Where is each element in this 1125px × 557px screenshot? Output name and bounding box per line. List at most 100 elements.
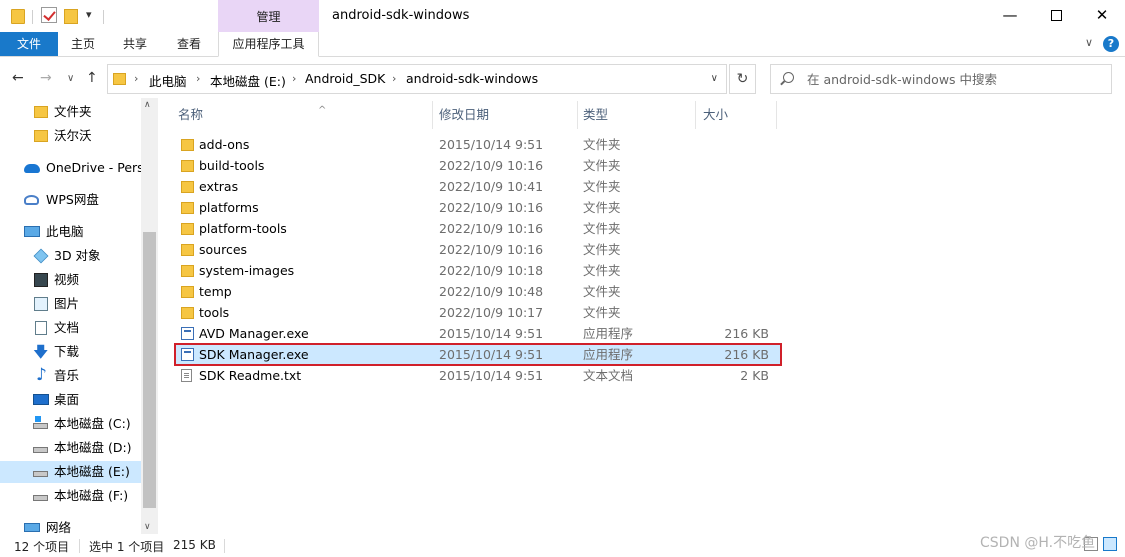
file-type: 文件夹 — [583, 242, 621, 257]
help-icon[interactable]: ? — [1103, 36, 1119, 52]
sidebar-item-videos[interactable]: 视频 — [0, 269, 141, 291]
scrollbar-thumb[interactable] — [143, 232, 156, 508]
maximize-button[interactable] — [1033, 0, 1079, 32]
sidebar-item-3d-objects[interactable]: 3D 对象 — [0, 245, 141, 267]
folder-icon — [181, 265, 194, 277]
sidebar-item-downloads[interactable]: 下载 — [0, 341, 141, 363]
properties-check-icon[interactable] — [41, 7, 57, 23]
file-type: 文件夹 — [583, 305, 621, 320]
tab-home[interactable]: 主页 — [60, 32, 106, 56]
file-date: 2022/10/9 10:16 — [439, 200, 544, 215]
file-type: 文本文档 — [583, 368, 634, 383]
sidebar-item-network[interactable]: 网络 — [0, 517, 141, 534]
file-row[interactable]: platform-tools 2022/10/9 10:16 文件夹 — [175, 218, 781, 239]
file-date: 2022/10/9 10:16 — [439, 158, 544, 173]
back-arrow-icon[interactable]: ← — [12, 70, 24, 86]
breadcrumb-chevron-icon[interactable]: › — [292, 72, 296, 85]
onedrive-icon — [24, 164, 40, 173]
address-history-chevron-icon[interactable]: ∨ — [711, 73, 718, 84]
customize-quick-access-dropdown[interactable]: ▾ — [86, 8, 92, 21]
forward-arrow-icon[interactable]: → — [40, 70, 52, 86]
tab-view[interactable]: 查看 — [164, 32, 214, 56]
file-size: 216 KB — [724, 326, 769, 341]
breadcrumb-android-sdk[interactable]: Android_SDK — [305, 71, 385, 86]
refresh-button[interactable]: ↻ — [729, 64, 756, 94]
sidebar-item-music[interactable]: 音乐 — [0, 365, 141, 387]
file-date: 2015/10/14 9:51 — [439, 137, 544, 152]
expand-ribbon-icon[interactable]: ∨ — [1085, 36, 1093, 49]
sidebar-item-onedrive[interactable]: OneDrive - Perso — [0, 157, 141, 179]
file-name: add-ons — [199, 137, 250, 152]
breadcrumb-this-pc[interactable]: 此电脑 — [149, 71, 187, 90]
status-selection-size: 215 KB — [173, 538, 216, 552]
watermark-text: CSDN @H.不吃鱼 — [980, 535, 1096, 551]
column-divider[interactable] — [776, 101, 777, 129]
recent-locations-chevron-icon[interactable]: ∨ — [67, 73, 74, 84]
file-row[interactable]: AVD Manager.exe 2015/10/14 9:51 应用程序 216… — [175, 323, 781, 344]
file-type: 应用程序 — [583, 326, 634, 341]
scroll-up-icon[interactable]: ∧ — [144, 100, 151, 110]
sidebar-item-label: 视频 — [54, 272, 80, 287]
large-icons-view-icon[interactable] — [1103, 537, 1117, 551]
column-header-size[interactable]: 大小 — [703, 98, 775, 131]
breadcrumb-chevron-icon[interactable]: › — [134, 72, 138, 85]
file-row[interactable]: platforms 2022/10/9 10:16 文件夹 — [175, 197, 781, 218]
sidebar-item-label: 文件夹 — [54, 104, 92, 119]
sidebar-item-volvo[interactable]: 沃尔沃 — [0, 125, 141, 147]
scroll-down-icon[interactable]: ∨ — [144, 522, 151, 532]
file-list: ^ 名称 修改日期 类型 大小 add-ons 2015/10/14 9:51 … — [158, 98, 1125, 534]
column-header-name[interactable]: ^ 名称 — [178, 98, 432, 131]
search-box[interactable] — [770, 64, 1112, 94]
status-selection: 选中 1 个项目 — [89, 540, 165, 554]
file-row[interactable]: add-ons 2015/10/14 9:51 文件夹 — [175, 134, 781, 155]
file-date: 2015/10/14 9:51 — [439, 326, 544, 341]
sidebar-item-pictures[interactable]: 图片 — [0, 293, 141, 315]
sidebar-item-this-pc[interactable]: 此电脑 — [0, 221, 141, 243]
sidebar-item-documents[interactable]: 文档 — [0, 317, 141, 339]
file-type: 文件夹 — [583, 263, 621, 278]
search-input[interactable] — [807, 69, 1103, 89]
breadcrumb-chevron-icon[interactable]: › — [392, 72, 396, 85]
sidebar-item-label: OneDrive - Perso — [46, 160, 141, 175]
file-row[interactable]: sources 2022/10/9 10:16 文件夹 — [175, 239, 781, 260]
column-divider[interactable] — [695, 101, 696, 129]
sidebar-scrollbar[interactable]: ∧ ∨ — [141, 98, 158, 534]
sidebar-item-wps[interactable]: WPS网盘 — [0, 189, 141, 211]
sidebar-item-drive-c[interactable]: 本地磁盘 (C:) — [0, 413, 141, 435]
breadcrumb-android-sdk-windows[interactable]: android-sdk-windows — [406, 71, 538, 86]
text-document-icon — [181, 369, 192, 382]
this-pc-icon — [24, 226, 40, 237]
tab-application-tools[interactable]: 应用程序工具 — [218, 32, 319, 57]
sidebar-item-desktop[interactable]: 桌面 — [0, 389, 141, 411]
file-row[interactable]: system-images 2022/10/9 10:18 文件夹 — [175, 260, 781, 281]
column-header-type[interactable]: 类型 — [583, 98, 695, 131]
sidebar-item-drive-e[interactable]: 本地磁盘 (E:) — [0, 461, 141, 483]
file-type: 文件夹 — [583, 179, 621, 194]
tab-share[interactable]: 共享 — [112, 32, 158, 56]
file-row[interactable]: tools 2022/10/9 10:17 文件夹 — [175, 302, 781, 323]
minimize-button[interactable]: — — [987, 0, 1033, 32]
column-divider[interactable] — [577, 101, 578, 129]
tab-file[interactable]: 文件 — [0, 32, 58, 56]
address-bar[interactable]: › 此电脑 › 本地磁盘 (E:) › Android_SDK › androi… — [107, 64, 727, 94]
sidebar-item-folder[interactable]: 文件夹 — [0, 101, 141, 123]
breadcrumb-drive-e[interactable]: 本地磁盘 (E:) — [210, 71, 286, 90]
sidebar-item-drive-d[interactable]: 本地磁盘 (D:) — [0, 437, 141, 459]
sidebar-item-drive-f[interactable]: 本地磁盘 (F:) — [0, 485, 141, 507]
file-row[interactable]: extras 2022/10/9 10:41 文件夹 — [175, 176, 781, 197]
file-row[interactable]: SDK Readme.txt 2015/10/14 9:51 文本文档 2 KB — [175, 365, 781, 386]
file-row[interactable]: build-tools 2022/10/9 10:16 文件夹 — [175, 155, 781, 176]
file-row[interactable]: temp 2022/10/9 10:48 文件夹 — [175, 281, 781, 302]
file-name: platform-tools — [199, 221, 287, 236]
quick-access-folder-icon[interactable] — [11, 9, 25, 24]
column-header-date[interactable]: 修改日期 — [439, 98, 577, 131]
new-folder-icon[interactable] — [64, 9, 78, 24]
close-button[interactable]: ✕ — [1079, 0, 1125, 32]
sidebar-item-label: 沃尔沃 — [54, 128, 92, 143]
sidebar-item-label: 图片 — [54, 296, 80, 311]
breadcrumb-chevron-icon[interactable]: › — [196, 72, 200, 85]
column-divider[interactable] — [432, 101, 433, 129]
sidebar-item-label: 3D 对象 — [54, 248, 101, 263]
sidebar-item-label: 桌面 — [54, 392, 80, 407]
up-arrow-icon[interactable]: ↑ — [86, 70, 98, 86]
